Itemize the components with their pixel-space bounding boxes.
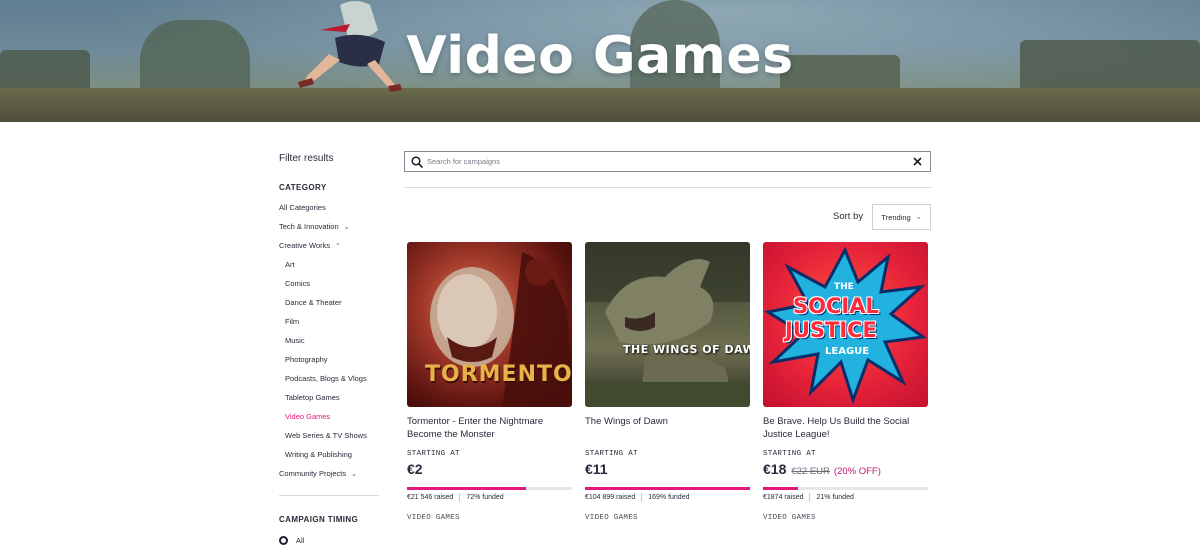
- category-all[interactable]: All Categories: [279, 203, 326, 212]
- campaign-image[interactable]: TORMENTOR: [407, 242, 572, 407]
- funding-progress-fill: [585, 487, 750, 490]
- campaign-category: VIDEO GAMES: [585, 514, 638, 522]
- campaign-image[interactable]: THE SOCIAL JUSTICE LEAGUE: [763, 242, 928, 407]
- category-tabletop-games[interactable]: Tabletop Games: [285, 393, 340, 402]
- search-bar: [404, 151, 931, 172]
- hero-banner: Video Games: [0, 0, 1200, 122]
- campaign-card[interactable]: TORMENTOR Tormentor - Enter the Nightmar…: [407, 242, 572, 522]
- campaign-image-title-bottom: LEAGUE: [825, 346, 870, 357]
- category-tech-innovation[interactable]: Tech & Innovation ⌄: [279, 222, 350, 231]
- category-writing-publishing[interactable]: Writing & Publishing: [285, 450, 352, 459]
- campaign-card[interactable]: THE WINGS OF DAWN The Wings of Dawn STAR…: [585, 242, 750, 522]
- chevron-down-icon: ⌄: [351, 471, 357, 478]
- percent-funded: 72% funded: [466, 494, 504, 501]
- funding-progress-fill: [407, 487, 526, 490]
- category-photography[interactable]: Photography: [285, 355, 328, 364]
- sort-by-label: Sort by: [833, 211, 864, 222]
- campaign-category: VIDEO GAMES: [763, 514, 816, 522]
- filter-results-heading: Filter results: [279, 153, 334, 164]
- starting-at-label: STARTING AT: [585, 450, 638, 458]
- funding-progress-bar: [763, 487, 928, 490]
- category-community-projects[interactable]: Community Projects ⌄: [279, 469, 357, 478]
- page-title: Video Games: [406, 26, 794, 86]
- sidebar-divider: [279, 495, 379, 496]
- discount-badge: (20% OFF): [833, 466, 881, 477]
- campaign-title[interactable]: Be Brave. Help Us Build the Social Justi…: [763, 415, 928, 441]
- starting-at-label: STARTING AT: [407, 450, 460, 458]
- funding-progress-bar: [585, 487, 750, 490]
- category-art[interactable]: Art: [285, 260, 295, 269]
- campaign-card[interactable]: THE SOCIAL JUSTICE LEAGUE Be Brave. Help…: [763, 242, 928, 522]
- percent-funded: 21% funded: [816, 494, 854, 501]
- sort-dropdown[interactable]: Trending ⌄: [872, 204, 931, 230]
- close-icon: [912, 157, 922, 166]
- campaign-title[interactable]: The Wings of Dawn: [585, 415, 750, 428]
- original-price: €22 EUR: [791, 466, 830, 477]
- amount-raised: €21 546 raised: [407, 494, 454, 501]
- campaign-price: €18: [763, 461, 787, 477]
- category-music[interactable]: Music: [285, 336, 305, 345]
- search-icon: [407, 152, 427, 171]
- radio-selected-icon: [279, 536, 288, 545]
- campaign-timing-heading: CAMPAIGN TIMING: [279, 515, 359, 524]
- category-film[interactable]: Film: [285, 317, 299, 326]
- results-divider: [404, 187, 931, 188]
- amount-raised: €104 899 raised: [585, 494, 636, 501]
- campaign-image-title-line1: SOCIAL: [793, 294, 879, 318]
- timing-option-all[interactable]: All: [279, 536, 304, 545]
- chevron-up-icon: ⌃: [335, 243, 341, 250]
- campaign-price: €2: [407, 461, 423, 477]
- starting-at-label: STARTING AT: [763, 450, 816, 458]
- campaign-image-title: THE WINGS OF DAWN: [623, 343, 750, 356]
- category-comics[interactable]: Comics: [285, 279, 310, 288]
- campaign-price: €11: [585, 461, 608, 477]
- funding-progress-bar: [407, 487, 572, 490]
- search-input[interactable]: [427, 157, 908, 166]
- category-web-series-tv[interactable]: Web Series & TV Shows: [285, 431, 367, 440]
- category-creative-works[interactable]: Creative Works ⌃: [279, 241, 341, 250]
- percent-funded: 169% funded: [648, 494, 690, 501]
- category-dance-theater[interactable]: Dance & Theater: [285, 298, 342, 307]
- campaign-title[interactable]: Tormentor - Enter the Nightmare Become t…: [407, 415, 572, 441]
- campaign-category: VIDEO GAMES: [407, 514, 460, 522]
- campaign-image-title-top: THE: [834, 282, 854, 292]
- funding-progress-fill: [763, 487, 798, 490]
- chevron-down-icon: ⌄: [343, 224, 350, 231]
- category-podcasts-blogs-vlogs[interactable]: Podcasts, Blogs & Vlogs: [285, 374, 367, 383]
- category-video-games[interactable]: Video Games: [285, 412, 330, 421]
- campaign-image-title-line2: JUSTICE: [785, 318, 877, 342]
- clear-search-button[interactable]: [908, 152, 926, 171]
- category-heading: CATEGORY: [279, 183, 327, 192]
- amount-raised: €1874 raised: [763, 494, 804, 501]
- campaign-image-title: TORMENTOR: [425, 362, 572, 387]
- chevron-down-icon: ⌄: [915, 214, 922, 221]
- campaign-image[interactable]: THE WINGS OF DAWN: [585, 242, 750, 407]
